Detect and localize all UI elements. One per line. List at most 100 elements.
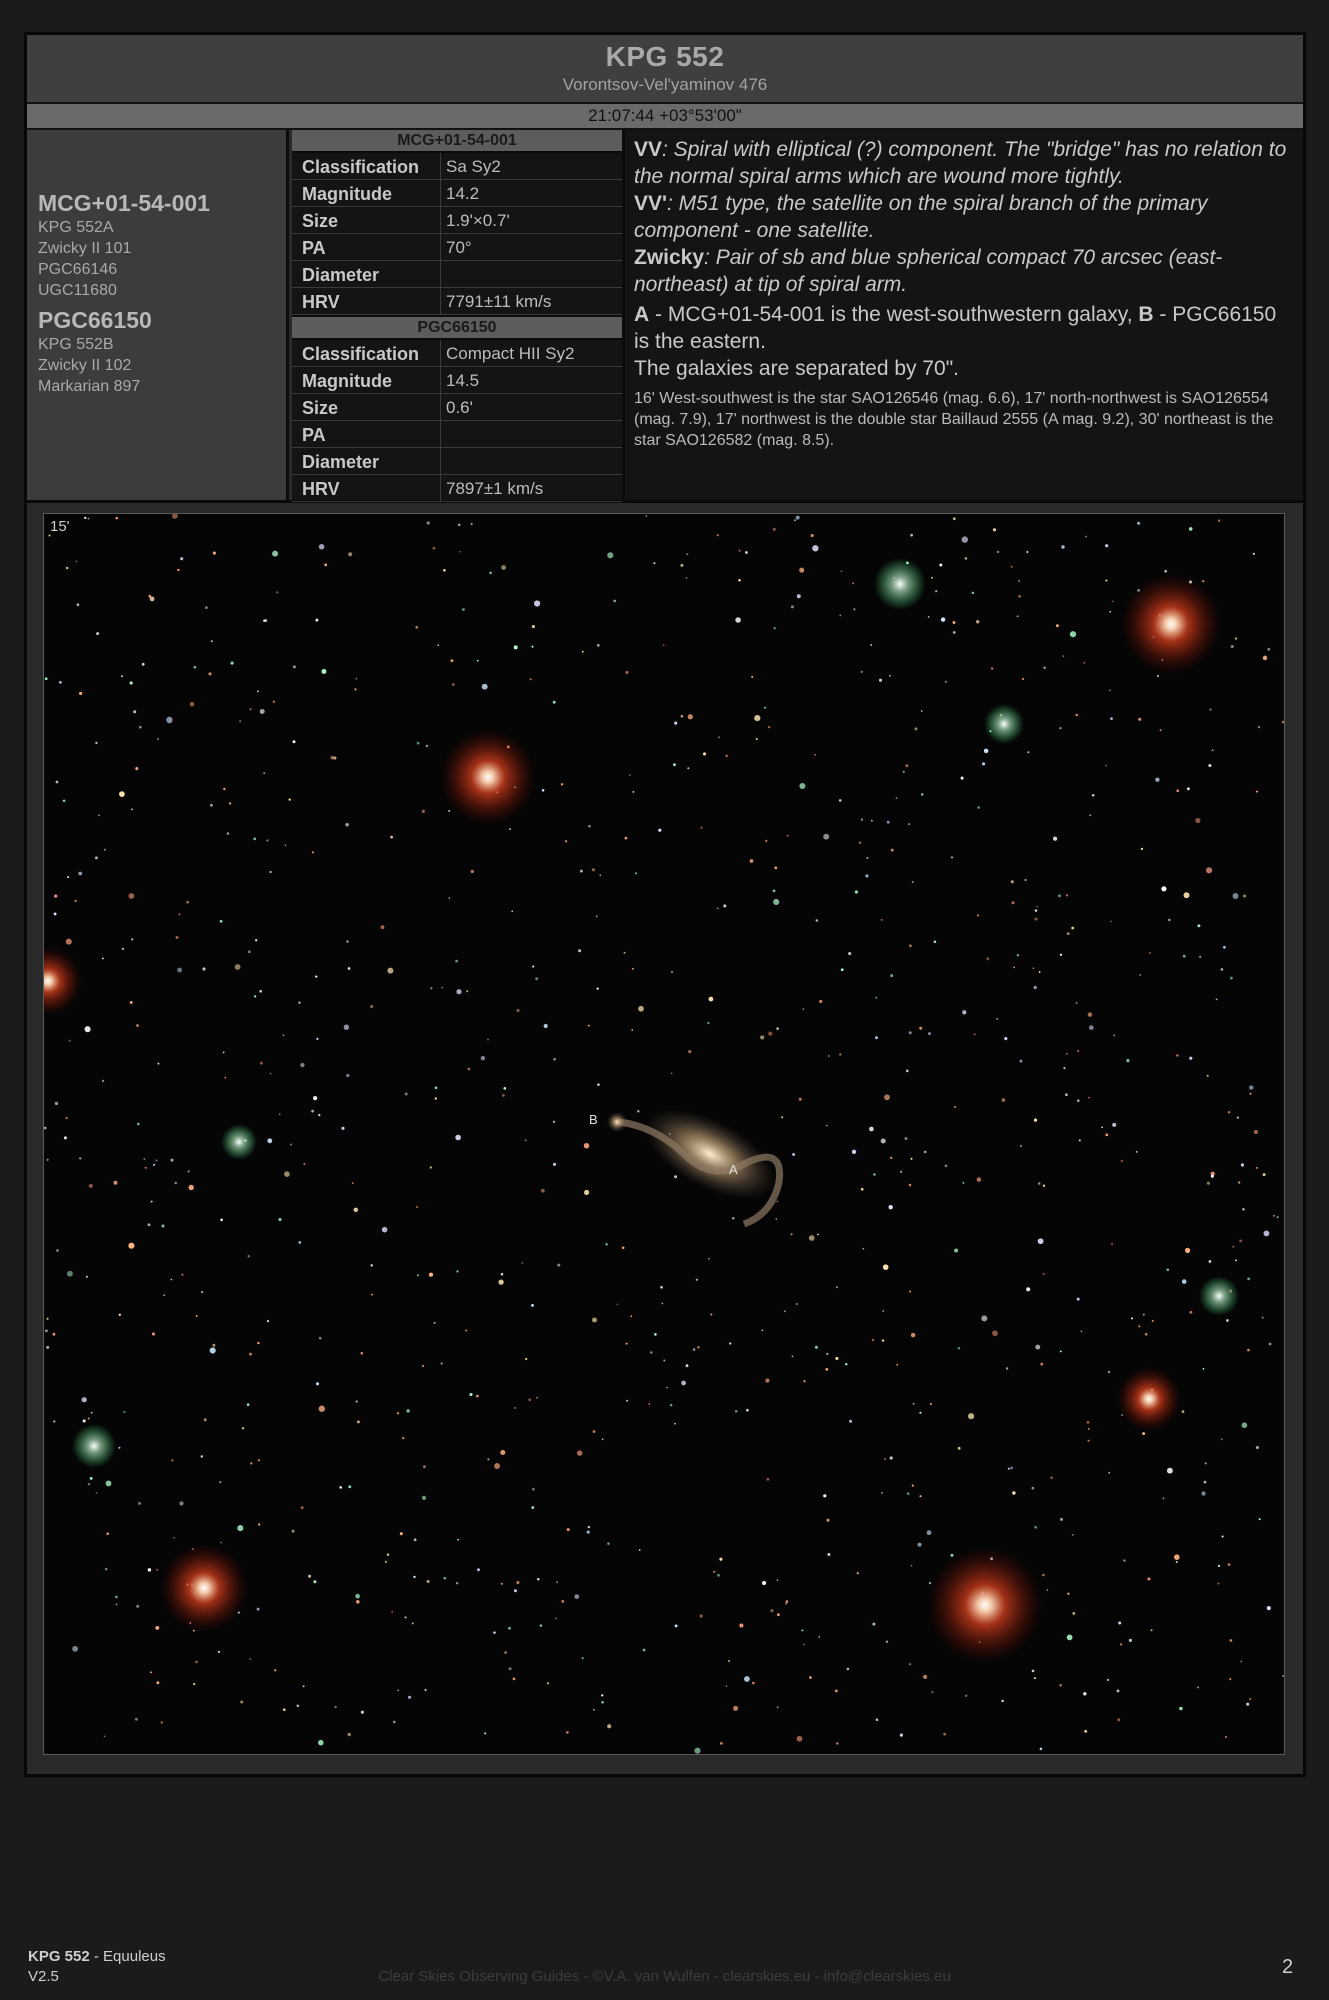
star <box>272 700 276 703</box>
star <box>983 748 989 754</box>
star <box>311 1109 315 1113</box>
star <box>429 1166 432 1169</box>
star <box>84 1026 91 1033</box>
star <box>802 1008 805 1010</box>
star <box>421 1364 425 1368</box>
star <box>136 1024 139 1027</box>
star <box>961 536 968 543</box>
star <box>106 1532 110 1536</box>
star <box>210 803 213 807</box>
star <box>494 1463 501 1469</box>
star <box>700 826 703 829</box>
star <box>818 1636 821 1638</box>
star <box>1202 1368 1205 1370</box>
star <box>437 644 440 647</box>
star <box>795 515 800 520</box>
star <box>257 1341 260 1345</box>
star <box>935 590 938 593</box>
star <box>1077 1099 1080 1102</box>
row-value: 1.9'×0.7' <box>446 211 510 230</box>
star <box>292 665 296 669</box>
star <box>1105 544 1109 548</box>
star <box>630 1315 633 1318</box>
star <box>658 828 662 832</box>
star <box>160 1721 164 1724</box>
bright-star <box>72 1424 116 1468</box>
star <box>537 1578 540 1581</box>
star <box>823 1494 827 1498</box>
star <box>200 1455 204 1458</box>
star <box>516 1581 520 1585</box>
star <box>952 631 956 634</box>
star <box>564 840 568 843</box>
star <box>1026 1287 1031 1292</box>
star <box>1005 1367 1009 1370</box>
star <box>1010 1466 1013 1470</box>
star <box>1258 1518 1261 1521</box>
table-row: PA 70° <box>292 234 622 261</box>
star <box>856 1572 859 1575</box>
star <box>1123 1559 1126 1562</box>
star <box>217 1650 221 1653</box>
star <box>1147 1577 1151 1581</box>
star <box>346 940 349 943</box>
star <box>576 1450 583 1456</box>
star <box>965 1694 968 1697</box>
star <box>1027 751 1030 754</box>
star <box>1247 1277 1250 1281</box>
star <box>982 762 986 766</box>
star <box>773 898 780 906</box>
star <box>1105 764 1107 767</box>
star <box>455 1134 461 1141</box>
star <box>432 546 436 550</box>
star <box>923 1150 927 1154</box>
star <box>370 1264 373 1267</box>
star <box>764 706 766 709</box>
star <box>962 1010 967 1015</box>
star <box>776 1200 779 1203</box>
row-key: Magnitude <box>302 371 392 391</box>
star <box>1077 1050 1080 1052</box>
star <box>875 996 878 999</box>
star <box>680 563 684 567</box>
star <box>808 1235 815 1241</box>
star <box>355 1599 360 1604</box>
star <box>440 1362 443 1365</box>
star <box>487 1038 489 1041</box>
star <box>291 1529 295 1533</box>
star <box>694 1747 701 1754</box>
table-b-title: PGC66150 <box>292 315 622 340</box>
star <box>909 1290 912 1293</box>
star <box>686 553 689 555</box>
star <box>1182 954 1186 958</box>
star <box>920 710 923 712</box>
star <box>908 944 912 948</box>
star <box>535 977 539 981</box>
star <box>253 837 257 841</box>
star <box>321 669 327 674</box>
star <box>743 1676 750 1682</box>
star <box>927 616 930 618</box>
star <box>353 1207 359 1213</box>
star <box>1033 1677 1036 1680</box>
star <box>343 1024 350 1030</box>
galaxy-a-alias: UGC11680 <box>38 282 117 299</box>
bright-star <box>927 1547 1043 1663</box>
star <box>104 1567 108 1571</box>
star <box>1240 1660 1243 1663</box>
star <box>133 710 137 714</box>
star <box>424 1688 427 1692</box>
star <box>975 620 980 624</box>
star <box>1113 1034 1116 1037</box>
star <box>81 1397 87 1403</box>
star <box>423 1465 426 1469</box>
star <box>156 1568 159 1571</box>
star <box>799 567 805 573</box>
star <box>1151 1319 1154 1322</box>
star <box>851 1149 857 1154</box>
star <box>1120 1159 1123 1163</box>
star <box>992 1330 998 1337</box>
star <box>1186 787 1190 791</box>
star <box>794 519 796 522</box>
star <box>536 1396 539 1399</box>
